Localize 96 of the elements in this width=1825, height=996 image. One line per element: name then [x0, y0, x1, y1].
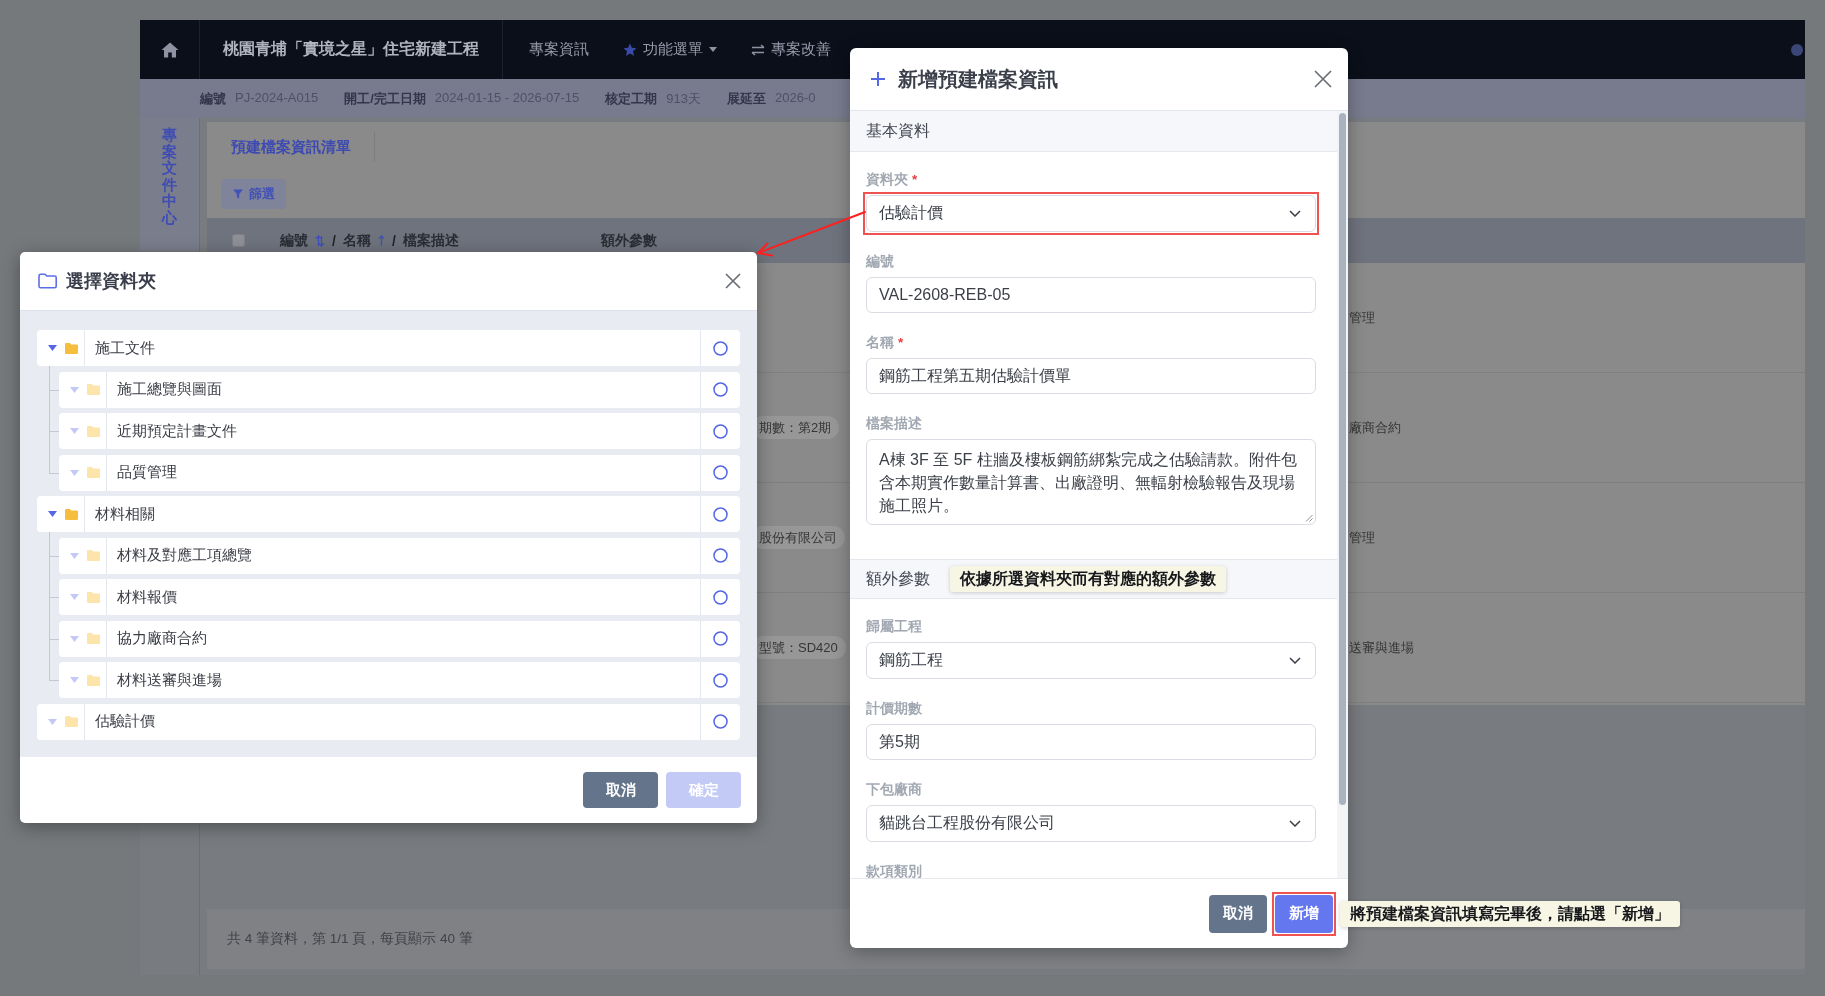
field-label: 款項類別: [866, 864, 922, 878]
dialog-title: 新增預建檔案資訊: [898, 66, 1058, 92]
text-field[interactable]: VAL-2608-REB-05: [866, 277, 1316, 313]
table-cell: 管理: [1349, 309, 1375, 325]
field-label: 編號: [866, 254, 894, 270]
folder-icon: [87, 425, 100, 437]
folder-icon: [38, 273, 57, 289]
close-icon[interactable]: [725, 273, 741, 289]
swap-icon: [751, 43, 765, 56]
radio-button[interactable]: [713, 382, 728, 397]
tree-row[interactable]: 材料相關: [37, 496, 740, 532]
folder-name: 施工文件: [95, 338, 155, 358]
column-separator: /: [332, 232, 336, 249]
nav-link[interactable]: 功能選單: [623, 40, 717, 59]
tree-row[interactable]: 施工文件: [37, 330, 740, 366]
folder-icon: [65, 716, 78, 727]
nav-link[interactable]: 專案資訊: [529, 40, 589, 59]
funnel-icon: [232, 189, 243, 199]
callout-note: 依據所選資料夾而有對應的額外參數: [950, 566, 1226, 592]
folder-icon: [65, 508, 78, 520]
radio-button[interactable]: [713, 589, 728, 605]
tree-row[interactable]: 材料及對應工項總覽: [59, 537, 740, 574]
folder-icon: [87, 633, 100, 644]
add-button[interactable]: 新增: [1275, 894, 1333, 933]
info-label: 編號: [200, 89, 226, 108]
select-field[interactable]: 估驗計價: [866, 195, 1316, 232]
column-separator: /: [391, 232, 396, 249]
table-cell: 管理: [1349, 529, 1375, 545]
folder-icon: [87, 384, 100, 395]
dialog-title: 選擇資料夾: [66, 270, 156, 293]
field-label: 計價期數: [866, 701, 922, 717]
tree-row[interactable]: 近期預定計畫文件: [59, 413, 740, 449]
radio-button[interactable]: [713, 465, 728, 480]
folder-name: 品質管理: [117, 463, 177, 482]
chevron-icon[interactable]: [1289, 210, 1301, 217]
select-field[interactable]: 貓跳台工程股份有限公司: [866, 805, 1316, 842]
field-label: 歸屬工程: [866, 619, 922, 635]
tree-row[interactable]: 材料送審與進場: [59, 662, 740, 698]
resize-grip-icon[interactable]: [1305, 514, 1313, 522]
project-title: 桃園青埔「實境之星」住宅新建工程: [223, 39, 479, 59]
folder-icon: [87, 674, 100, 686]
radio-button[interactable]: [713, 714, 728, 729]
field-label: 名稱 *: [866, 335, 904, 351]
field-label: 檔案描述: [866, 416, 922, 432]
folder-name: 施工總覽與圖面: [117, 380, 222, 399]
tree-row[interactable]: 施工總覽與圖面: [59, 371, 740, 408]
list-title: 預建檔案資訊清單: [231, 137, 351, 157]
folder-name: 估驗計價: [95, 712, 155, 731]
nav-link[interactable]: 專案改善: [751, 40, 831, 59]
section-title: 基本資料: [866, 120, 930, 141]
radio-button[interactable]: [713, 506, 728, 522]
folder-name: 材料送審與進場: [117, 670, 222, 690]
cancel-button[interactable]: 取消: [583, 772, 658, 808]
tree-row[interactable]: 估驗計價: [37, 703, 740, 740]
info-label: 開工/完工日期: [344, 89, 426, 108]
info-label: 展延至: [727, 89, 766, 108]
radio-button[interactable]: [713, 672, 728, 688]
plus-icon: [871, 72, 885, 86]
cancel-button[interactable]: 取消: [1209, 894, 1267, 933]
scrollbar-thumb[interactable]: [1339, 113, 1346, 805]
callout-note: 將預建檔案資訊填寫完畢後，請點選「新增」: [1340, 900, 1680, 927]
text-field[interactable]: 第5期: [866, 724, 1316, 760]
tree-row[interactable]: 材料報價: [59, 579, 740, 615]
field-label: 下包廠商: [866, 782, 922, 798]
table-cell: 送審與進場: [1349, 639, 1414, 655]
field-label: 資料夾 *: [866, 172, 918, 188]
star-icon: [623, 42, 637, 57]
text-field[interactable]: 鋼筋工程第五期估驗計價單: [866, 358, 1316, 394]
home-icon[interactable]: [160, 41, 179, 58]
table-cell: 廠商合約: [1349, 419, 1401, 435]
caret-icon[interactable]: [48, 511, 57, 517]
folder-name: 材料相關: [95, 504, 155, 524]
info-label: 核定工期: [605, 89, 658, 108]
tree-row[interactable]: 協力廠商合約: [59, 620, 740, 657]
select-field[interactable]: 鋼筋工程: [866, 642, 1316, 679]
radio-button[interactable]: [713, 631, 728, 646]
radio-button[interactable]: [713, 423, 728, 439]
folder-icon: [65, 342, 78, 354]
caret-icon[interactable]: [48, 345, 57, 351]
checkbox[interactable]: [232, 234, 245, 247]
section-title: 額外參數: [866, 568, 930, 589]
folder-name: 材料及對應工項總覽: [117, 546, 252, 565]
folder-icon: [87, 467, 100, 478]
caret-icon: [709, 47, 717, 52]
close-icon[interactable]: [1314, 70, 1332, 88]
folder-name: 近期預定計畫文件: [117, 421, 237, 441]
folder-name: 材料報價: [117, 587, 177, 607]
folder-icon: [87, 591, 100, 603]
folder-icon: [87, 550, 100, 561]
description-field[interactable]: A棟 3F 至 5F 柱牆及樓板鋼筋綁紮完成之估驗請款。附件包含本期實作數量計算書、出廠證明、無輻射檢驗報告及現場施工照片。: [866, 439, 1316, 525]
tree-row[interactable]: 品質管理: [59, 454, 740, 491]
radio-button[interactable]: [713, 340, 728, 356]
radio-button[interactable]: [713, 548, 728, 563]
chevron-icon[interactable]: [1289, 657, 1301, 664]
chevron-icon[interactable]: [1289, 820, 1301, 827]
folder-name: 協力廠商合約: [117, 629, 207, 648]
